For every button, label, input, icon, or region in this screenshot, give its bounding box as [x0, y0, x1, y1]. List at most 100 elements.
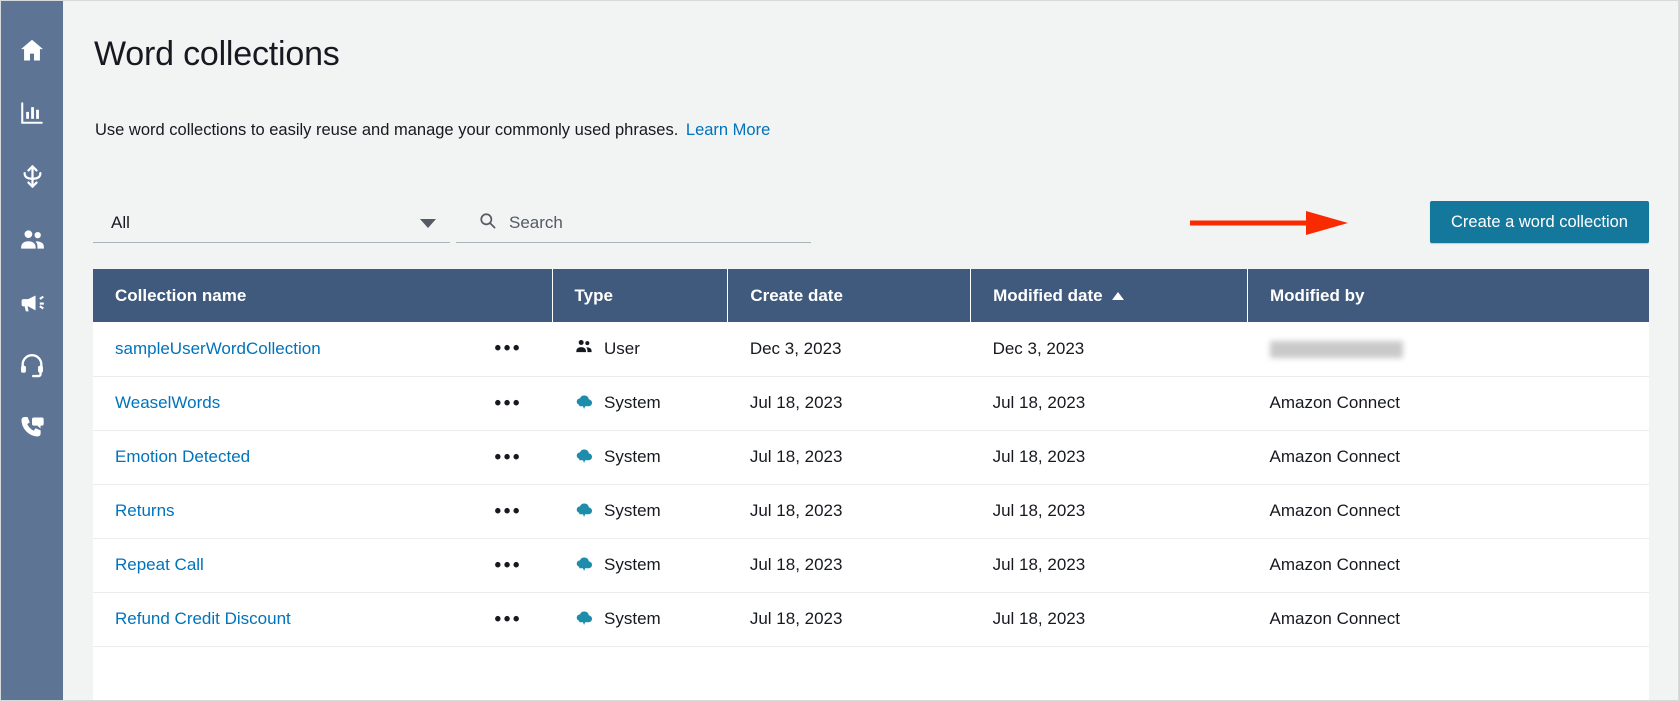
table-controls-row: All Search Create a word collection — [63, 197, 1678, 249]
row-actions-menu-button[interactable]: ••• — [495, 339, 542, 358]
cell-collection-name: Returns ••• — [93, 484, 552, 538]
type-filter-value: All — [93, 213, 130, 233]
collection-name-link[interactable]: Emotion Detected — [115, 447, 250, 467]
column-header-label: Type — [575, 286, 613, 306]
cell-create-date: Jul 18, 2023 — [728, 376, 971, 430]
cell-modified-by: Amazon Connect — [1248, 376, 1649, 430]
analytics-icon — [19, 100, 45, 126]
type-label: User — [604, 339, 640, 359]
collection-name-link[interactable]: WeaselWords — [115, 393, 220, 413]
redacted-value — [1270, 341, 1403, 358]
column-header-collection-name[interactable]: Collection name — [93, 269, 552, 322]
sort-ascending-icon — [1112, 292, 1124, 300]
cell-collection-name: WeaselWords ••• — [93, 376, 552, 430]
table-row: Emotion Detected ••• System Jul 18, 2023Jul… — [93, 430, 1649, 484]
column-header-label: Create date — [750, 286, 843, 306]
row-actions-menu-button[interactable]: ••• — [495, 502, 542, 521]
search-input[interactable]: Search — [456, 203, 811, 243]
cloud-icon — [574, 553, 594, 578]
cell-collection-name: Repeat Call ••• — [93, 538, 552, 592]
table-row: Returns ••• System Jul 18, 2023Jul 18, 2023… — [93, 484, 1649, 538]
cell-collection-name: sampleUserWordCollection ••• — [93, 322, 552, 376]
column-header-label: Modified date — [993, 286, 1103, 306]
sidebar-item-agent[interactable] — [17, 350, 47, 380]
cell-create-date: Jul 18, 2023 — [728, 430, 971, 484]
sidebar-item-channels[interactable] — [17, 413, 47, 443]
home-icon — [18, 36, 46, 64]
search-icon — [478, 211, 497, 235]
cell-create-date: Jul 18, 2023 — [728, 484, 971, 538]
column-header-type[interactable]: Type — [552, 269, 728, 322]
cell-collection-name: Refund Credit Discount ••• — [93, 592, 552, 646]
type-label: System — [604, 501, 661, 521]
page-title: Word collections — [94, 35, 340, 74]
application-window: Word collections Use word collections to… — [0, 0, 1679, 701]
left-navigation-sidebar — [1, 1, 63, 700]
page-description-text: Use word collections to easily reuse and… — [95, 121, 678, 139]
type-filter-dropdown[interactable]: All — [93, 203, 450, 243]
table-body: sampleUserWordCollection ••• User Dec 3, 20… — [93, 322, 1649, 646]
cloud-icon — [574, 445, 594, 470]
type-label: System — [604, 555, 661, 575]
cloud-icon — [574, 499, 594, 524]
cell-type: System — [552, 430, 728, 484]
type-label: System — [604, 393, 661, 413]
create-word-collection-button[interactable]: Create a word collection — [1430, 201, 1649, 243]
row-actions-menu-button[interactable]: ••• — [495, 610, 542, 629]
row-actions-menu-button[interactable]: ••• — [495, 448, 542, 467]
column-header-modified-date[interactable]: Modified date — [971, 269, 1248, 322]
cloud-icon — [574, 607, 594, 632]
table-row: sampleUserWordCollection ••• User Dec 3, 20… — [93, 322, 1649, 376]
cell-modified-date: Jul 18, 2023 — [971, 484, 1248, 538]
cell-modified-date: Jul 18, 2023 — [971, 538, 1248, 592]
sidebar-item-routing[interactable] — [17, 161, 47, 191]
cell-create-date: Jul 18, 2023 — [728, 538, 971, 592]
cell-modified-by: Amazon Connect — [1248, 538, 1649, 592]
table-header-row: Collection name Type Create date — [93, 269, 1649, 322]
cell-type: System — [552, 538, 728, 592]
type-label: System — [604, 447, 661, 467]
sidebar-item-users[interactable] — [17, 224, 47, 254]
column-header-modified-by[interactable]: Modified by — [1248, 269, 1649, 322]
collection-name-link[interactable]: Refund Credit Discount — [115, 609, 291, 629]
collection-name-link[interactable]: sampleUserWordCollection — [115, 339, 321, 359]
learn-more-link[interactable]: Learn More — [686, 121, 770, 139]
column-header-label: Collection name — [115, 286, 246, 306]
sidebar-item-campaigns[interactable] — [17, 287, 47, 317]
cell-modified-date: Jul 18, 2023 — [971, 376, 1248, 430]
type-label: System — [604, 609, 661, 629]
collection-name-link[interactable]: Repeat Call — [115, 555, 204, 575]
sidebar-item-home[interactable] — [17, 35, 47, 65]
routing-icon — [19, 163, 46, 190]
main-content-area: Word collections Use word collections to… — [63, 1, 1678, 700]
table-row: WeaselWords ••• System Jul 18, 2023Jul 18, … — [93, 376, 1649, 430]
megaphone-icon — [18, 288, 47, 317]
cell-modified-date: Jul 18, 2023 — [971, 430, 1248, 484]
row-actions-menu-button[interactable]: ••• — [495, 556, 542, 575]
collection-name-link[interactable]: Returns — [115, 501, 175, 521]
sidebar-item-analytics[interactable] — [17, 98, 47, 128]
cell-modified-by: Amazon Connect — [1248, 484, 1649, 538]
word-collections-table: Collection name Type Create date — [93, 269, 1649, 700]
row-actions-menu-button[interactable]: ••• — [495, 394, 542, 413]
table-row: Repeat Call ••• System Jul 18, 2023Jul 18, … — [93, 538, 1649, 592]
search-placeholder: Search — [509, 213, 563, 233]
cell-type: System — [552, 592, 728, 646]
users-icon — [574, 336, 594, 361]
cell-collection-name: Emotion Detected ••• — [93, 430, 552, 484]
table-row: Refund Credit Discount ••• System Jul 18, 2… — [93, 592, 1649, 646]
cell-modified-by: Amazon Connect — [1248, 592, 1649, 646]
cell-modified-by: Amazon Connect — [1248, 430, 1649, 484]
cell-type: System — [552, 484, 728, 538]
phone-chat-icon — [18, 414, 46, 442]
cell-create-date: Dec 3, 2023 — [728, 322, 971, 376]
cell-create-date: Jul 18, 2023 — [728, 592, 971, 646]
column-header-label: Modified by — [1270, 286, 1364, 306]
cell-modified-by — [1248, 322, 1649, 376]
cell-modified-date: Dec 3, 2023 — [971, 322, 1248, 376]
users-icon — [18, 225, 47, 254]
headset-icon — [18, 351, 46, 379]
cell-modified-date: Jul 18, 2023 — [971, 592, 1248, 646]
cell-type: System — [552, 376, 728, 430]
column-header-create-date[interactable]: Create date — [728, 269, 971, 322]
